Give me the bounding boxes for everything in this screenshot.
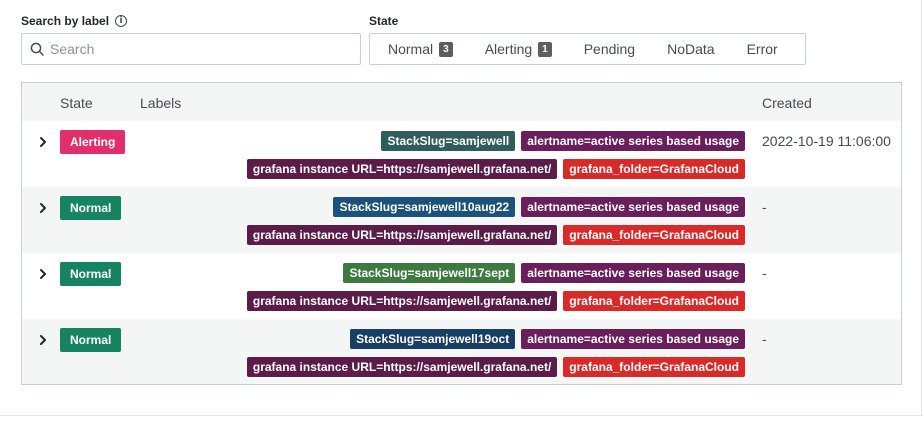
label-chip[interactable]: grafana_folder=GrafanaCloud [563, 357, 745, 377]
chevron-right-icon[interactable] [36, 267, 50, 281]
table-row: Normal StackSlug=samjewell17sept alertname… [22, 253, 901, 319]
filters-bar: Search by label i State Normal 3 Alertin… [21, 13, 923, 68]
label-chip[interactable]: alertname=active series based usage [521, 263, 745, 283]
chevron-right-icon[interactable] [36, 333, 50, 347]
state-label: State [369, 14, 399, 28]
state-badge: Alerting [60, 130, 126, 154]
divider [0, 415, 923, 416]
table-body: Alerting StackSlug=samjewell alertname=act… [22, 121, 901, 384]
table-header: State Labels Created [22, 83, 901, 121]
labels-cell: StackSlug=samjewell17sept alertname=activ… [246, 263, 745, 311]
table-row: Normal StackSlug=samjewell19oct alertname=… [22, 319, 901, 384]
state-option-label: Error [746, 41, 778, 57]
header-labels: Labels [140, 95, 182, 111]
count-badge: 1 [538, 41, 552, 57]
label-chip[interactable]: StackSlug=samjewell19oct [350, 329, 516, 349]
state-option-label: Normal [388, 41, 434, 57]
label-line: StackSlug=samjewell17sept alertname=activ… [343, 263, 745, 283]
state-filter-group: Normal 3 Alerting 1 Pending NoData Error [369, 33, 806, 65]
table-row: Normal StackSlug=samjewell10aug22 alertnam… [22, 187, 901, 253]
created-cell: - [762, 265, 767, 281]
label-chip[interactable]: StackSlug=samjewell [381, 131, 516, 151]
label-chip[interactable]: StackSlug=samjewell10aug22 [333, 197, 516, 217]
label-chip[interactable]: grafana instance URL=https://samjewell.g… [246, 225, 558, 245]
label-chip[interactable]: alertname=active series based usage [521, 197, 745, 217]
header-state: State [60, 95, 93, 111]
state-badge: Normal [60, 328, 122, 352]
label-line: StackSlug=samjewell alertname=active seri… [381, 131, 745, 151]
state-badge: Normal [60, 196, 122, 220]
label-chip[interactable]: alertname=active series based usage [521, 131, 745, 151]
created-cell: - [762, 199, 767, 215]
label-line: grafana instance URL=https://samjewell.g… [246, 159, 745, 179]
label-line: grafana instance URL=https://samjewell.g… [246, 357, 745, 377]
state-option-pending[interactable]: Pending [568, 34, 651, 64]
table-row: Alerting StackSlug=samjewell alertname=act… [22, 121, 901, 187]
created-cell: - [762, 331, 767, 347]
state-option-label: Alerting [484, 41, 533, 57]
search-label-text: Search by label [21, 14, 110, 28]
label-chip[interactable]: alertname=active series based usage [521, 329, 745, 349]
state-option-error[interactable]: Error [731, 34, 794, 64]
info-icon[interactable]: i [115, 15, 128, 27]
header-created: Created [762, 95, 812, 111]
label-chip[interactable]: grafana_folder=GrafanaCloud [563, 159, 745, 179]
chevron-right-icon[interactable] [36, 201, 50, 215]
labels-cell: StackSlug=samjewell10aug22 alertname=acti… [246, 197, 745, 245]
state-option-normal[interactable]: Normal 3 [370, 34, 469, 64]
chevron-right-icon[interactable] [36, 135, 50, 149]
state-option-alerting[interactable]: Alerting 1 [469, 34, 568, 64]
search-label: Search by label i [21, 14, 128, 28]
state-option-nodata[interactable]: NoData [651, 34, 730, 64]
created-cell: 2022-10-19 11:06:00 [762, 133, 891, 149]
label-line: StackSlug=samjewell19oct alertname=active… [350, 329, 745, 349]
label-chip[interactable]: grafana instance URL=https://samjewell.g… [246, 357, 558, 377]
search-box[interactable] [21, 33, 361, 65]
count-badge: 3 [439, 41, 453, 57]
search-icon [30, 42, 44, 56]
labels-cell: StackSlug=samjewell19oct alertname=active… [246, 329, 745, 377]
labels-cell: StackSlug=samjewell alertname=active seri… [246, 131, 745, 179]
label-chip[interactable]: grafana_folder=GrafanaCloud [563, 225, 745, 245]
label-chip[interactable]: grafana instance URL=https://samjewell.g… [246, 291, 558, 311]
label-line: grafana instance URL=https://samjewell.g… [246, 291, 745, 311]
search-input[interactable] [50, 41, 350, 57]
divider [921, 0, 922, 416]
alert-instances-table: State Labels Created Alerting StackSlug=s… [21, 82, 902, 385]
label-line: StackSlug=samjewell10aug22 alertname=acti… [333, 197, 745, 217]
state-option-label: Pending [583, 41, 636, 57]
label-line: grafana instance URL=https://samjewell.g… [246, 225, 745, 245]
label-chip[interactable]: grafana instance URL=https://samjewell.g… [246, 159, 558, 179]
label-chip[interactable]: grafana_folder=GrafanaCloud [563, 291, 745, 311]
label-chip[interactable]: StackSlug=samjewell17sept [343, 263, 516, 283]
state-option-label: NoData [667, 41, 715, 57]
state-badge: Normal [60, 262, 122, 286]
